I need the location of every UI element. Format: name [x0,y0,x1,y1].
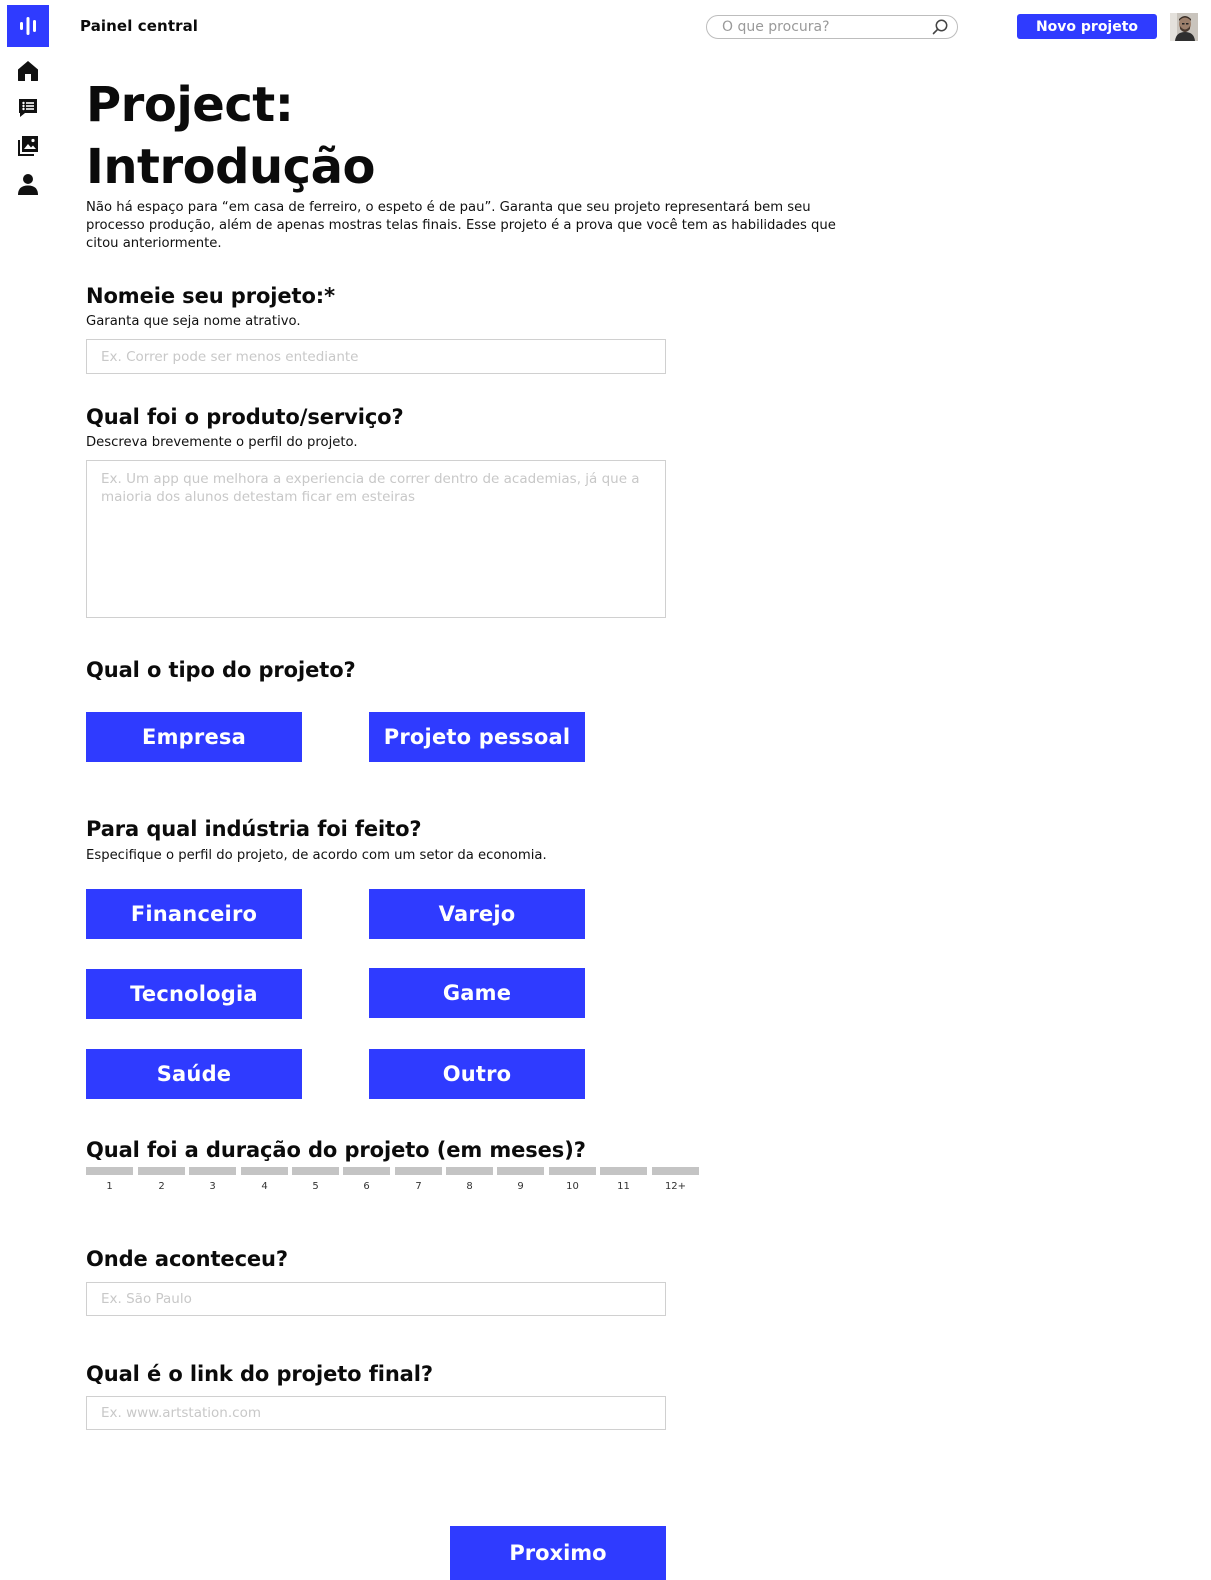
duration-label-4: 4 [261,1181,268,1192]
duration-label-2: 2 [158,1181,165,1192]
type-option-empresa[interactable]: Empresa [86,712,302,762]
duration-segment-6[interactable] [343,1167,390,1175]
page-title-line-2: Introdução [86,139,375,195]
duration-label-6: 6 [363,1181,370,1192]
next-button[interactable]: Proximo [450,1526,666,1580]
duration-segment-11[interactable] [600,1167,647,1175]
duration-segment-8[interactable] [446,1167,493,1175]
profile-icon[interactable] [16,172,40,196]
name-section-title: Nomeie seu projeto:* [86,284,335,308]
project-link-input[interactable] [86,1396,666,1430]
duration-segment-7[interactable] [395,1167,442,1175]
duration-label-5: 5 [312,1181,319,1192]
industry-option-saude[interactable]: Saúde [86,1049,302,1099]
app-logo[interactable] [7,5,49,47]
search-input[interactable] [722,19,922,35]
location-section-title: Onde aconteceu? [86,1247,288,1271]
type-section-title: Qual o tipo do projeto? [86,658,356,682]
industry-option-financeiro[interactable]: Financeiro [86,889,302,939]
intro-text: Não há espaço para “em casa de ferreiro,… [86,200,836,251]
duration-label-7: 7 [415,1181,422,1192]
duration-segment-9[interactable] [497,1167,544,1175]
home-icon[interactable] [16,59,40,83]
search-bar[interactable] [706,15,958,39]
project-name-input[interactable] [86,339,666,374]
duration-segment-4[interactable] [241,1167,288,1175]
duration-label-3: 3 [209,1181,216,1192]
product-section-subtitle: Descreva brevemente o perfil do projeto. [86,435,358,450]
duration-segment-5[interactable] [292,1167,339,1175]
page-title-line-1: Project: [86,77,294,133]
duration-label-12: 12+ [664,1181,687,1192]
link-section-title: Qual é o link do projeto final? [86,1362,433,1386]
duration-label-10: 10 [566,1181,579,1192]
type-option-projeto-pessoal[interactable]: Projeto pessoal [369,712,585,762]
name-section-subtitle: Garanta que seja nome atrativo. [86,314,301,329]
industry-section-title: Para qual indústria foi feito? [86,817,422,841]
search-icon[interactable] [931,18,949,36]
industry-option-varejo[interactable]: Varejo [369,889,585,939]
duration-label-11: 11 [617,1181,630,1192]
industry-option-tecnologia[interactable]: Tecnologia [86,969,302,1019]
duration-label-1: 1 [106,1181,113,1192]
location-input[interactable] [86,1282,666,1316]
product-section-title: Qual foi o produto/serviço? [86,405,404,429]
audio-bars-icon [20,17,36,35]
duration-segment-3[interactable] [189,1167,236,1175]
avatar[interactable] [1170,13,1198,41]
duration-section-title: Qual foi a duração do projeto (em meses)… [86,1138,586,1162]
product-description-textarea[interactable] [86,460,666,618]
duration-segment-2[interactable] [138,1167,185,1175]
duration-label-8: 8 [466,1181,473,1192]
duration-segment-12[interactable] [652,1167,699,1175]
duration-segment-10[interactable] [549,1167,596,1175]
feed-icon[interactable] [16,96,40,120]
industry-section-subtitle: Especifique o perfil do projeto, de acor… [86,848,547,863]
duration-label-9: 9 [517,1181,524,1192]
new-project-button[interactable]: Novo projeto [1017,14,1157,39]
duration-segment-1[interactable] [86,1167,133,1175]
industry-option-outro[interactable]: Outro [369,1049,585,1099]
industry-option-game[interactable]: Game [369,968,585,1018]
gallery-icon[interactable] [16,134,40,158]
page-title: Project: Introdução [86,74,375,198]
app-title: Painel central [80,17,199,35]
